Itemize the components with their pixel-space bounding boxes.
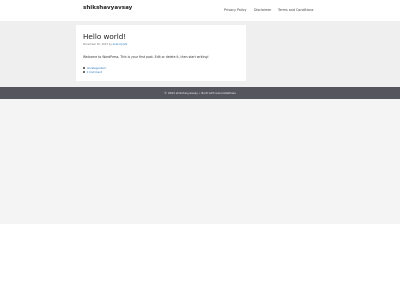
post-card: Hello world! November 30, 2023 by Anand … (76, 25, 246, 81)
category-link[interactable]: Uncategorized (87, 67, 106, 70)
page-blank-area (0, 224, 400, 300)
site-header: shikshavyavsay Privacy Policy Disclaimer… (0, 0, 400, 21)
nav-privacy-policy[interactable]: Privacy Policy (224, 8, 246, 12)
comments-link[interactable]: 1 Comment (87, 71, 102, 74)
footer-copyright: © 2024 shikshavyavsay • Built with Gener… (164, 91, 236, 96)
nav-terms-and-conditions[interactable]: Terms and Conditions (278, 8, 313, 12)
page-background (0, 99, 400, 224)
post-date: November 30, 2023 by (83, 43, 113, 46)
category-row: Uncategorized (83, 66, 105, 70)
post-footer: Uncategorized 1 Comment (83, 66, 105, 74)
nav-disclaimer[interactable]: Disclaimer (254, 8, 271, 12)
folder-icon (83, 66, 86, 70)
post-meta: November 30, 2023 by Anand Joshi (83, 43, 127, 46)
comments-row: 1 Comment (83, 70, 105, 74)
post-content: Welcome to WordPress. This is your first… (83, 55, 209, 59)
post-title[interactable]: Hello world! (83, 32, 126, 41)
comment-icon (83, 70, 86, 74)
page: shikshavyavsay Privacy Policy Disclaimer… (0, 0, 400, 300)
post-author-link[interactable]: Anand Joshi (113, 43, 128, 46)
site-footer: © 2024 shikshavyavsay • Built with Gener… (0, 87, 400, 99)
site-title[interactable]: shikshavyavsay (83, 5, 132, 11)
